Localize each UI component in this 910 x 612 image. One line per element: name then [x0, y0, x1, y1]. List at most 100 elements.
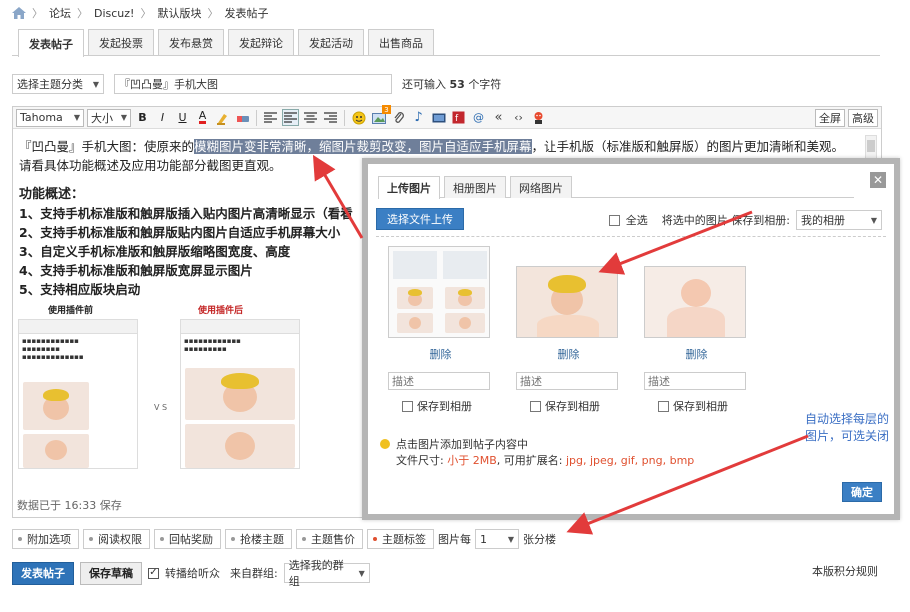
after-label: 使用插件后 — [198, 306, 244, 316]
image-description-input[interactable] — [516, 372, 618, 390]
video-icon[interactable] — [430, 109, 447, 126]
close-icon[interactable]: ✕ — [870, 172, 886, 188]
image-description-input[interactable] — [388, 372, 490, 390]
breadcrumb-discuz[interactable]: Discuz! — [94, 7, 134, 20]
save-to-album-checkbox[interactable] — [402, 400, 413, 412]
music-icon[interactable]: ♪ — [410, 109, 427, 126]
category-select[interactable]: 选择主题分类 ▼ — [12, 74, 104, 94]
group-select-value: 选择我的群组 — [288, 559, 344, 588]
underline-icon[interactable]: U — [174, 109, 191, 126]
bullet-icon — [373, 537, 377, 541]
delete-image-link[interactable]: 删除 — [388, 346, 493, 362]
attachment-icon[interactable] — [390, 109, 407, 126]
breadcrumb-forum[interactable]: 论坛 — [49, 5, 71, 21]
tab-upload-image[interactable]: 上传图片 — [378, 176, 440, 199]
chevron-right-icon: 〉 — [32, 7, 43, 20]
scrollbar-thumb[interactable] — [867, 140, 875, 152]
image-description-input[interactable] — [644, 372, 746, 390]
align-left-icon[interactable] — [262, 109, 279, 126]
chevron-right-icon: 〉 — [207, 7, 219, 20]
annotation-note: 自动选择每层的 图片，可选关闭 — [805, 411, 909, 445]
save-to-album-option: 保存到相册 — [516, 398, 621, 414]
toolbar-divider — [344, 109, 345, 126]
extra-options-button[interactable]: 附加选项 — [12, 529, 79, 549]
home-icon[interactable] — [12, 7, 26, 19]
reply-reward-button[interactable]: 回帖奖励 — [154, 529, 221, 549]
uploaded-image-thumbnail[interactable] — [644, 266, 746, 338]
uploaded-image-thumbnail[interactable] — [516, 266, 618, 338]
content-line-1-highlight: 模糊图片变非常清晰，缩图片裁剪改变，图片自适应手机屏幕 — [194, 139, 532, 154]
quote-icon[interactable]: « — [490, 109, 507, 126]
flash-icon[interactable]: f — [450, 109, 467, 126]
ext-prefix: , 可用扩展名: — [496, 454, 563, 467]
tab-post-thread[interactable]: 发表帖子 — [18, 29, 84, 57]
images-per-floor-value: 1 — [480, 532, 487, 546]
subject-row: 选择主题分类 ▼ 还可输入 53 个字符 — [12, 73, 501, 95]
option-label: 主题标签 — [382, 533, 426, 546]
tab-activity[interactable]: 发起活动 — [298, 29, 364, 55]
italic-icon[interactable]: I — [154, 109, 171, 126]
image-upload-icon[interactable]: 3 — [370, 105, 391, 126]
align-center-icon[interactable] — [302, 109, 319, 126]
uploaded-image-thumbnail[interactable] — [388, 246, 490, 338]
select-all-label: 全选 — [625, 214, 648, 227]
read-permission-button[interactable]: 阅读权限 — [83, 529, 150, 549]
tab-debate[interactable]: 发起辩论 — [228, 29, 294, 55]
delete-image-link[interactable]: 删除 — [516, 346, 621, 362]
advanced-mode-button[interactable]: 高级 — [848, 108, 878, 127]
tab-album-image[interactable]: 相册图片 — [444, 176, 506, 198]
option-label: 附加选项 — [27, 533, 71, 546]
bullet-icon — [18, 537, 22, 541]
upload-image-card: 删除 保存到相册 — [388, 246, 493, 414]
credit-rules-link[interactable]: 本版积分规则 — [812, 563, 878, 579]
delete-image-link[interactable]: 删除 — [644, 346, 749, 362]
broadcast-label: 转播给听众 — [165, 567, 220, 580]
code-icon[interactable]: ‹› — [510, 109, 527, 126]
font-select[interactable]: Tahoma ▼ — [16, 108, 84, 127]
album-select[interactable]: 我的相册 ▼ — [796, 210, 882, 230]
bold-icon[interactable]: B — [134, 109, 151, 126]
select-file-upload-button[interactable]: 选择文件上传 — [376, 208, 464, 230]
thread-price-button[interactable]: 主题售价 — [296, 529, 363, 549]
group-prefix: 来自群组: — [230, 567, 278, 580]
breadcrumb-default-board[interactable]: 默认版块 — [157, 5, 201, 21]
tab-poll[interactable]: 发起投票 — [88, 29, 154, 55]
save-draft-button[interactable]: 保存草稿 — [80, 561, 142, 585]
group-select[interactable]: 选择我的群组 ▼ — [283, 559, 370, 588]
floor-grab-button[interactable]: 抢楼主题 — [225, 529, 292, 549]
chevron-right-icon: 〉 — [77, 7, 88, 20]
tab-web-image[interactable]: 网络图片 — [510, 176, 572, 198]
phone-after-screenshot: ▪▪▪▪▪▪▪▪▪▪▪▪ ▪▪▪▪▪▪▪▪▪ — [180, 319, 300, 469]
title-input[interactable] — [114, 74, 392, 94]
upload-image-card: 删除 保存到相册 — [644, 246, 749, 414]
select-all-checkbox[interactable] — [608, 214, 620, 226]
chevron-right-icon: 〉 — [140, 7, 152, 20]
post-options-bar: 附加选项 阅读权限 回帖奖励 抢楼主题 主题售价 主题标签 图片每 1 ▼ 张分… — [12, 528, 556, 550]
tab-trade[interactable]: 出售商品 — [368, 29, 434, 55]
images-per-floor-select[interactable]: 1 ▼ — [475, 529, 519, 549]
align-right-icon[interactable] — [322, 109, 339, 126]
align-left-active-icon[interactable] — [282, 109, 299, 126]
confirm-button[interactable]: 确定 — [842, 482, 882, 502]
at-mention-icon[interactable]: @ — [470, 109, 487, 126]
option-label: 主题售价 — [311, 533, 355, 546]
smiley-icon[interactable] — [350, 109, 367, 126]
thread-tags-button[interactable]: 主题标签 — [367, 529, 434, 549]
eraser-icon[interactable] — [234, 109, 251, 126]
size-select[interactable]: 大小 ▼ — [87, 108, 131, 127]
highlight-icon[interactable] — [214, 109, 231, 126]
draft-status: 数据已于 16:33 保存 — [17, 499, 122, 512]
char-count-prefix: 还可输入 — [402, 78, 446, 91]
tab-reward[interactable]: 发布悬赏 — [158, 29, 224, 55]
fullscreen-button[interactable]: 全屏 — [815, 108, 845, 127]
font-color-icon[interactable]: A — [194, 109, 211, 126]
save-to-album-checkbox[interactable] — [658, 400, 669, 412]
bullet-icon — [160, 537, 164, 541]
broadcast-checkbox[interactable]: ✓ — [148, 567, 159, 579]
publish-button[interactable]: 发表帖子 — [12, 561, 74, 585]
user-icon[interactable] — [530, 109, 547, 126]
chevron-down-icon: ▼ — [358, 568, 365, 578]
font-select-value: Tahoma — [20, 111, 63, 124]
submit-bar: 发表帖子 保存草稿 ✓ 转播给听众 来自群组: 选择我的群组 ▼ — [12, 559, 370, 588]
save-to-album-checkbox[interactable] — [530, 400, 541, 412]
